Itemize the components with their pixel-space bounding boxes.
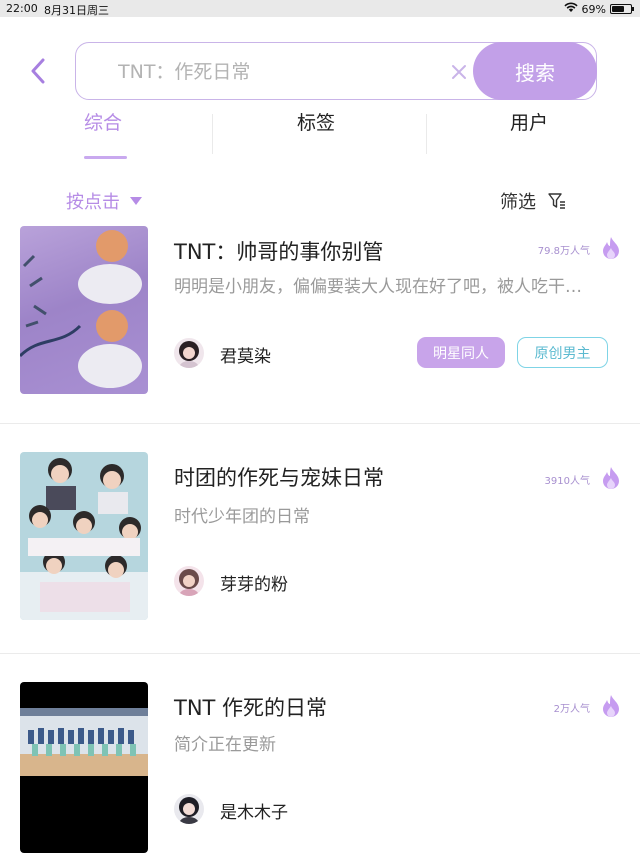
list-item[interactable]: TNT：帅哥的事你别管 79.8万人气 明明是小朋友，偏偏要装大人现在好了吧，被…	[0, 226, 640, 424]
book-description: 简介正在更新	[174, 735, 276, 755]
book-cover	[20, 452, 148, 620]
author-avatar[interactable]	[174, 338, 204, 368]
author-avatar[interactable]	[174, 566, 204, 596]
book-title: 时团的作死与宠妹日常	[174, 466, 384, 490]
tab-users[interactable]: 用户	[510, 108, 548, 135]
book-description: 明明是小朋友，偏偏要装大人现在好了吧，被人吃干…	[174, 277, 582, 297]
status-time: 22:00	[6, 2, 38, 15]
list-divider	[0, 653, 640, 654]
book-cover	[20, 682, 148, 853]
book-title: TNT：帅哥的事你别管	[174, 240, 384, 264]
battery-percent: 69%	[581, 2, 606, 16]
tag-badge[interactable]: 原创男主	[517, 337, 608, 368]
tab-bar: 综合 标签 用户	[0, 104, 640, 160]
search-input[interactable]	[118, 55, 438, 89]
caret-down-icon	[130, 197, 142, 205]
sort-dropdown[interactable]: 按点击	[66, 188, 142, 214]
wifi-icon	[563, 2, 578, 16]
fire-icon	[601, 466, 621, 490]
popularity-count: 2万人气	[553, 704, 590, 715]
status-bar: 22:00 8月31日周三 69%	[0, 0, 640, 17]
back-button[interactable]	[26, 56, 50, 86]
fire-icon	[601, 694, 621, 718]
book-description: 时代少年团的日常	[174, 507, 310, 527]
chevron-left-icon	[31, 58, 45, 84]
book-cover	[20, 226, 148, 394]
status-right: 69%	[563, 2, 634, 16]
filter-icon	[548, 193, 565, 209]
status-date: 8月31日周三	[44, 4, 109, 17]
list-item[interactable]: TNT 作死的日常 2万人气 简介正在更新 是木木子	[0, 682, 640, 853]
search-button[interactable]: 搜索	[473, 42, 597, 100]
author-name[interactable]: 芽芽的粉	[220, 570, 288, 595]
popularity-count: 79.8万人气	[537, 246, 590, 257]
sort-label: 按点击	[66, 192, 120, 213]
book-title: TNT 作死的日常	[174, 696, 328, 720]
tab-active-indicator	[84, 156, 127, 159]
author-name[interactable]: 君莫染	[220, 342, 271, 367]
list-divider	[0, 423, 640, 424]
popularity-count: 3910人气	[544, 476, 590, 487]
tab-comprehensive[interactable]: 综合	[84, 108, 122, 135]
list-item[interactable]: 时团的作死与宠妹日常 3910人气 时代少年团的日常 芽芽的粉	[0, 452, 640, 652]
close-icon	[452, 65, 466, 79]
filter-label: 筛选	[500, 192, 536, 213]
author-avatar[interactable]	[174, 794, 204, 824]
tab-divider	[426, 114, 427, 154]
tag-badge[interactable]: 明星同人	[417, 337, 505, 368]
fire-icon	[601, 236, 621, 260]
clear-search-button[interactable]	[448, 61, 470, 83]
filter-button[interactable]: 筛选	[500, 188, 566, 214]
battery-icon	[610, 4, 634, 14]
author-name[interactable]: 是木木子	[220, 798, 288, 823]
tab-divider	[212, 114, 213, 154]
tab-tags[interactable]: 标签	[297, 108, 335, 135]
